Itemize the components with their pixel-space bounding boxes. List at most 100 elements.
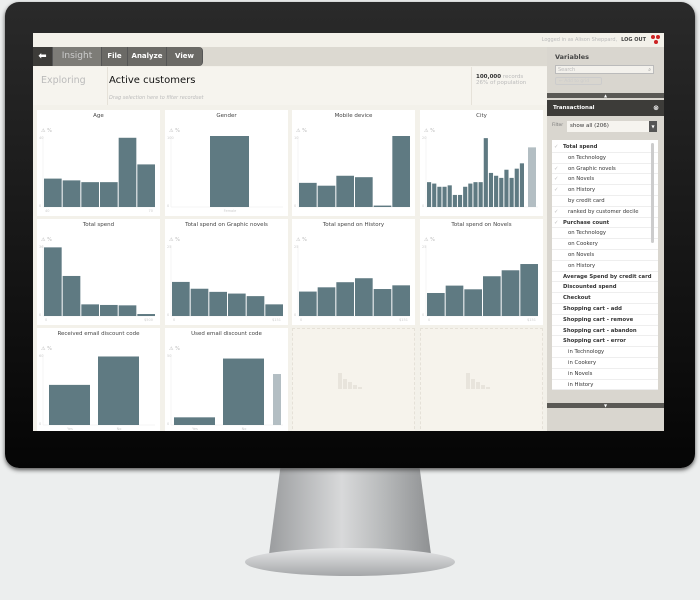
bar <box>452 194 457 207</box>
y-zero-label: 0 <box>167 204 169 208</box>
empty-chart-slot[interactable] <box>420 328 543 431</box>
variable-item[interactable]: on Novels <box>552 250 658 261</box>
bar <box>317 287 336 316</box>
bar <box>519 163 524 207</box>
bar <box>137 164 155 207</box>
bar <box>190 288 209 316</box>
y-max-label: 60 <box>39 354 43 358</box>
bar <box>317 185 336 207</box>
close-icon[interactable]: ⊗ <box>653 100 659 116</box>
app-screen: Logged in as Alison Sheppard, LOG OUT ⬅ I… <box>33 33 664 431</box>
filter-select[interactable]: show all (206) ▼ <box>567 121 657 132</box>
bar <box>501 270 520 316</box>
bar <box>100 304 118 316</box>
bar <box>336 282 354 316</box>
scroll-down-button[interactable]: ▼ <box>547 403 664 408</box>
variable-item[interactable]: by credit card <box>552 196 658 207</box>
chart-tile[interactable]: Received email discount code ⚠ % 60 0 Yes No <box>37 328 160 431</box>
variable-item[interactable]: in Technology <box>552 347 658 358</box>
variable-item[interactable]: Shopping cart - add <box>552 304 658 315</box>
bar <box>427 182 432 207</box>
x-tick-label: 0 <box>45 318 47 322</box>
variables-panel: Variables Search ⌕ ← Add to grid ▲ Transa… <box>547 47 664 431</box>
variable-item[interactable]: in Novels <box>552 369 658 380</box>
person-percent-icon: ⚠ % <box>41 346 52 352</box>
chart-tile[interactable]: City ⚠ % 20 0 <box>420 110 543 216</box>
empty-chart-slot[interactable] <box>292 328 415 431</box>
bar <box>514 168 519 207</box>
toolbar: ⬅ Insight File Analyze View <box>33 47 548 66</box>
variable-item[interactable]: Average Spend by credit card <box>552 272 658 283</box>
highlight-bar <box>528 147 536 207</box>
variable-item[interactable]: Shopping cart - abandon <box>552 326 658 337</box>
search-input[interactable]: Search ⌕ <box>555 65 654 74</box>
add-to-grid-button[interactable]: ← Add to grid <box>555 77 602 85</box>
chart-tile[interactable]: Mobile device ⚠ % 10 0 <box>292 110 415 216</box>
chart-tile[interactable]: Used email discount code ⚠ % 50 0 Yes No <box>165 328 288 431</box>
person-percent-icon: ⚠ % <box>169 237 180 243</box>
bar <box>457 194 463 207</box>
bar <box>62 180 81 207</box>
variable-item[interactable]: Shopping cart - error <box>552 336 658 348</box>
arrow-left-icon: ⬅ <box>38 51 47 62</box>
y-zero-label: 0 <box>294 313 296 317</box>
variable-item[interactable]: in Cookery <box>552 358 658 369</box>
variable-item[interactable]: Checkout <box>552 293 658 304</box>
menu-analyze[interactable]: Analyze <box>128 47 167 66</box>
bar-chart: ⚠ % 10 0 <box>294 128 410 208</box>
variable-item[interactable]: on History <box>552 261 658 272</box>
person-percent-icon: ⚠ % <box>41 128 52 134</box>
x-tick-label: $151 <box>272 318 281 322</box>
y-max-label: 50 <box>167 354 171 358</box>
list-scrollbar[interactable] <box>651 143 654 243</box>
variable-item[interactable]: in History <box>552 380 658 390</box>
variable-item[interactable]: Total spend <box>552 142 658 153</box>
bar <box>81 304 99 316</box>
person-percent-icon: ⚠ % <box>169 346 180 352</box>
bar <box>118 305 137 316</box>
menu-view[interactable]: View <box>167 47 203 66</box>
exploring-label: Exploring <box>41 75 86 86</box>
y-max-label: 100 <box>167 136 174 140</box>
x-tick-label: $151 <box>399 318 408 322</box>
variable-item[interactable]: on Technology <box>552 228 658 240</box>
bar-chart: ⚠ % 25 00 $151 <box>294 237 410 322</box>
chart-tile[interactable]: Total spend on Graphic novels ⚠ % 25 0 0 $151 <box>165 219 288 325</box>
logout-link[interactable]: LOG OUT <box>621 37 646 43</box>
variable-item[interactable]: on History <box>552 185 658 196</box>
menu-file[interactable]: File <box>102 47 128 66</box>
variable-item[interactable]: Discounted spend <box>552 282 658 294</box>
variable-item[interactable]: on Novels <box>552 174 658 186</box>
bar <box>355 278 373 316</box>
chart-tile[interactable]: Total spend ⚠ % 36 0 0 $500 <box>37 219 160 325</box>
chart-tile[interactable]: Total spend on History ⚠ % 25 0 0 $151 <box>292 219 415 325</box>
bar <box>392 285 410 316</box>
chart-tile[interactable]: Age ⚠ % 40 0 40 70 <box>37 110 160 216</box>
bar <box>520 264 538 316</box>
bar <box>442 186 447 207</box>
filter-drop-zone[interactable]: Drag selection here to filter recordset <box>109 95 203 101</box>
variable-item[interactable]: on Graphic novels <box>552 164 658 175</box>
placeholder-chart-icon <box>466 373 490 389</box>
scroll-up-button[interactable]: ▲ <box>547 93 664 98</box>
bar <box>336 175 354 207</box>
variable-item[interactable]: on Cookery <box>552 239 658 250</box>
x-tick-label: No <box>242 427 247 431</box>
y-max-label: 10 <box>294 136 298 140</box>
y-max-label: 25 <box>167 245 171 249</box>
bar-chart: ⚠ % 40 0 40 70 <box>39 128 155 213</box>
x-tick-label: $151 <box>527 318 536 322</box>
bar <box>447 185 452 207</box>
logged-in-text: Logged in as Alison Sheppard, <box>541 37 618 43</box>
bar-chart: ⚠ % 20 0 <box>422 128 538 208</box>
chart-tile[interactable]: Gender ⚠ % 100 0 Female <box>165 110 288 216</box>
back-button[interactable]: ⬅ <box>33 47 53 66</box>
x-tick-label: $500 <box>144 318 153 322</box>
bar <box>209 291 227 316</box>
section-header-transactional[interactable]: Transactional ⊗ <box>547 100 664 116</box>
variable-item[interactable]: Purchase count <box>552 218 658 229</box>
chart-tile[interactable]: Total spend on Novels ⚠ % 25 0 0 $151 <box>420 219 543 325</box>
variable-item[interactable]: Shopping cart - remove <box>552 315 658 326</box>
variable-item[interactable]: ranked by customer decile <box>552 207 658 218</box>
variable-item[interactable]: on Technology <box>552 153 658 164</box>
